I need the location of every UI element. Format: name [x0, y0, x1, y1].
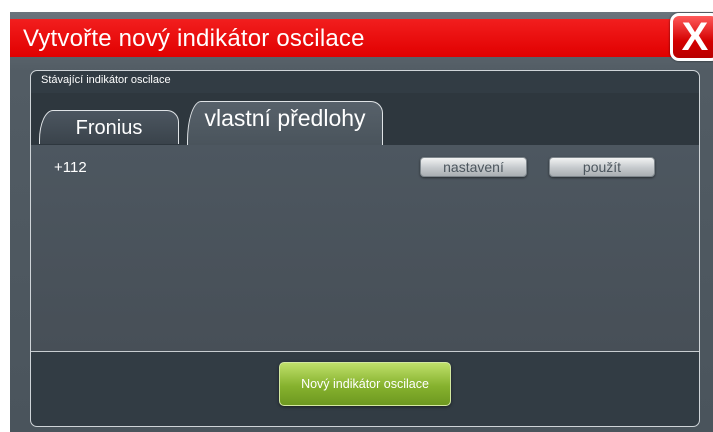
existing-indicators-panel: Stávající indikátor oscilace Fronius vla… [30, 70, 700, 427]
window-title: Vytvořte nový indikátor oscilace [23, 25, 365, 52]
tab-label: Fronius [75, 117, 143, 139]
close-icon: X [681, 15, 709, 59]
settings-button[interactable]: nastavení [420, 157, 527, 177]
indicator-name: +112 [54, 159, 87, 176]
apply-button[interactable]: použít [549, 157, 655, 177]
footer-divider [31, 351, 699, 352]
close-button[interactable]: X [670, 13, 713, 61]
new-indicator-button[interactable]: Nový indikátor oscilace [279, 362, 451, 406]
title-bar: Vytvořte nový indikátor oscilace [10, 19, 713, 57]
tab-label: vlastní předlohy [204, 105, 366, 131]
tab-bar: Fronius vlastní předlohy [31, 93, 699, 167]
tab-fronius[interactable]: Fronius [39, 110, 179, 144]
tab-custom-templates[interactable]: vlastní předlohy [187, 101, 383, 145]
panel-title: Stávající indikátor oscilace [41, 74, 171, 86]
